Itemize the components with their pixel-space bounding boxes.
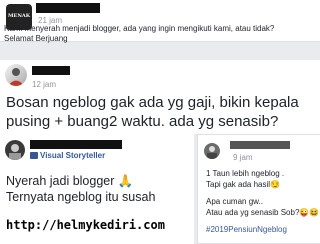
visual-storyteller-badge[interactable]: Visual Storyteller [30, 151, 105, 161]
avatar-logo-text: MENAK [8, 13, 31, 19]
post-line-2: Tapi gak ada hasil😏 [206, 180, 281, 189]
post-card-4: 9 jam 1 Taun lebih ngeblog . Tapi gak ad… [197, 134, 320, 244]
post-card-2: 12 jam Bosan ngeblog gak ada yg gaji, bi… [0, 60, 320, 134]
redacted-name [32, 66, 70, 75]
badge-label: Visual Storyteller [40, 151, 106, 160]
avatar-image [207, 146, 217, 159]
redacted-name [36, 3, 100, 13]
watermark: http://helmykediri.com [6, 218, 165, 232]
avatar[interactable] [5, 140, 25, 160]
avatar[interactable] [5, 64, 27, 86]
post-line-3: Apa cuman gw.. [206, 197, 263, 206]
post-line-4: Atau ada yg senasib Sob?😜😆 [206, 208, 320, 217]
hashtag-link[interactable]: #2019PensiunNgeblog [206, 225, 287, 235]
post-text: Bosan ngeblog gak ada yg gaji, bikin kep… [6, 94, 303, 130]
post-time[interactable]: 9 jam [233, 153, 253, 162]
badge-icon [30, 152, 38, 160]
avatar-image [8, 68, 24, 86]
redacted-name [230, 141, 290, 149]
post-time[interactable]: 12 jam [32, 80, 56, 89]
post-text: Kami menyerah menjadi blogger, ada yang … [4, 24, 275, 44]
avatar[interactable] [204, 143, 220, 159]
post-card-1: MENAK 21 jam Kami menyerah menjadi blogg… [0, 0, 320, 44]
avatar-image [9, 144, 21, 160]
redacted-name [30, 140, 122, 149]
post-text: Nyerah jadi blogger 🙏 Ternyata ngeblog i… [6, 174, 156, 205]
post-line-1: 1 Taun lebih ngeblog . [206, 169, 285, 178]
